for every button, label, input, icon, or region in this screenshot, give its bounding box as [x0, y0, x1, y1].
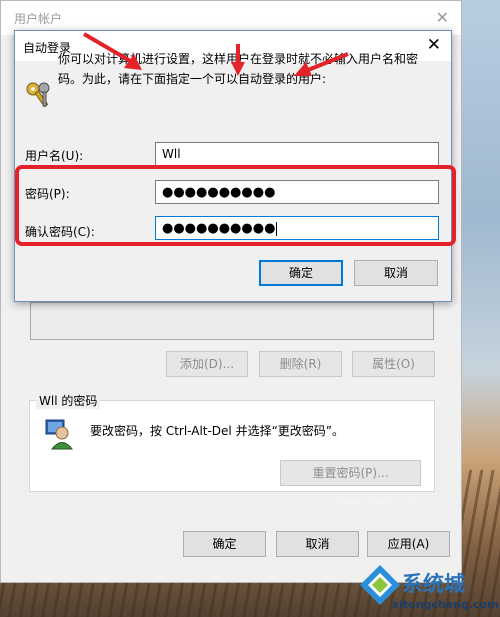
change-password-instructions: 要改密码，按 Ctrl-Alt-Del 并选择“更改密码”。	[90, 424, 345, 438]
properties-button[interactable]: 属性(O)	[352, 351, 435, 377]
parent-cancel-button[interactable]: 取消	[276, 531, 359, 557]
dialog-ok-button[interactable]: 确定	[259, 260, 343, 286]
watermark-logo-text: 系统城	[402, 572, 465, 596]
delete-user-button[interactable]: 删除(R)	[259, 351, 342, 377]
red-arrow-middle-icon	[231, 44, 245, 76]
red-arrow-left-icon	[82, 32, 142, 70]
keys-icon	[24, 80, 54, 113]
parent-ok-button[interactable]: 确定	[183, 531, 266, 557]
faint-watermark: jingyan.baidu.com	[333, 497, 417, 507]
reset-password-button[interactable]: 重置密码(P)...	[280, 460, 421, 486]
dialog-cancel-button[interactable]: 取消	[354, 260, 438, 286]
user-account-icon	[44, 418, 74, 453]
parent-window-title: 用户帐户	[14, 12, 63, 26]
red-arrow-right-icon	[294, 52, 349, 76]
username-label: 用户名(U):	[25, 149, 84, 163]
password-highlight-box	[15, 165, 456, 246]
user-listbox[interactable]	[30, 302, 434, 340]
parent-apply-button[interactable]: 应用(A)	[367, 531, 450, 557]
add-user-button[interactable]: 添加(D)...	[166, 351, 248, 377]
password-group-label: Wll 的密码	[36, 392, 101, 409]
dialog-close-icon[interactable]: ✕	[427, 35, 441, 55]
parent-close-icon[interactable]: ✕	[436, 8, 449, 27]
username-field[interactable]: Wll	[155, 142, 439, 166]
watermark-url: xitongcheng.com	[392, 598, 499, 611]
